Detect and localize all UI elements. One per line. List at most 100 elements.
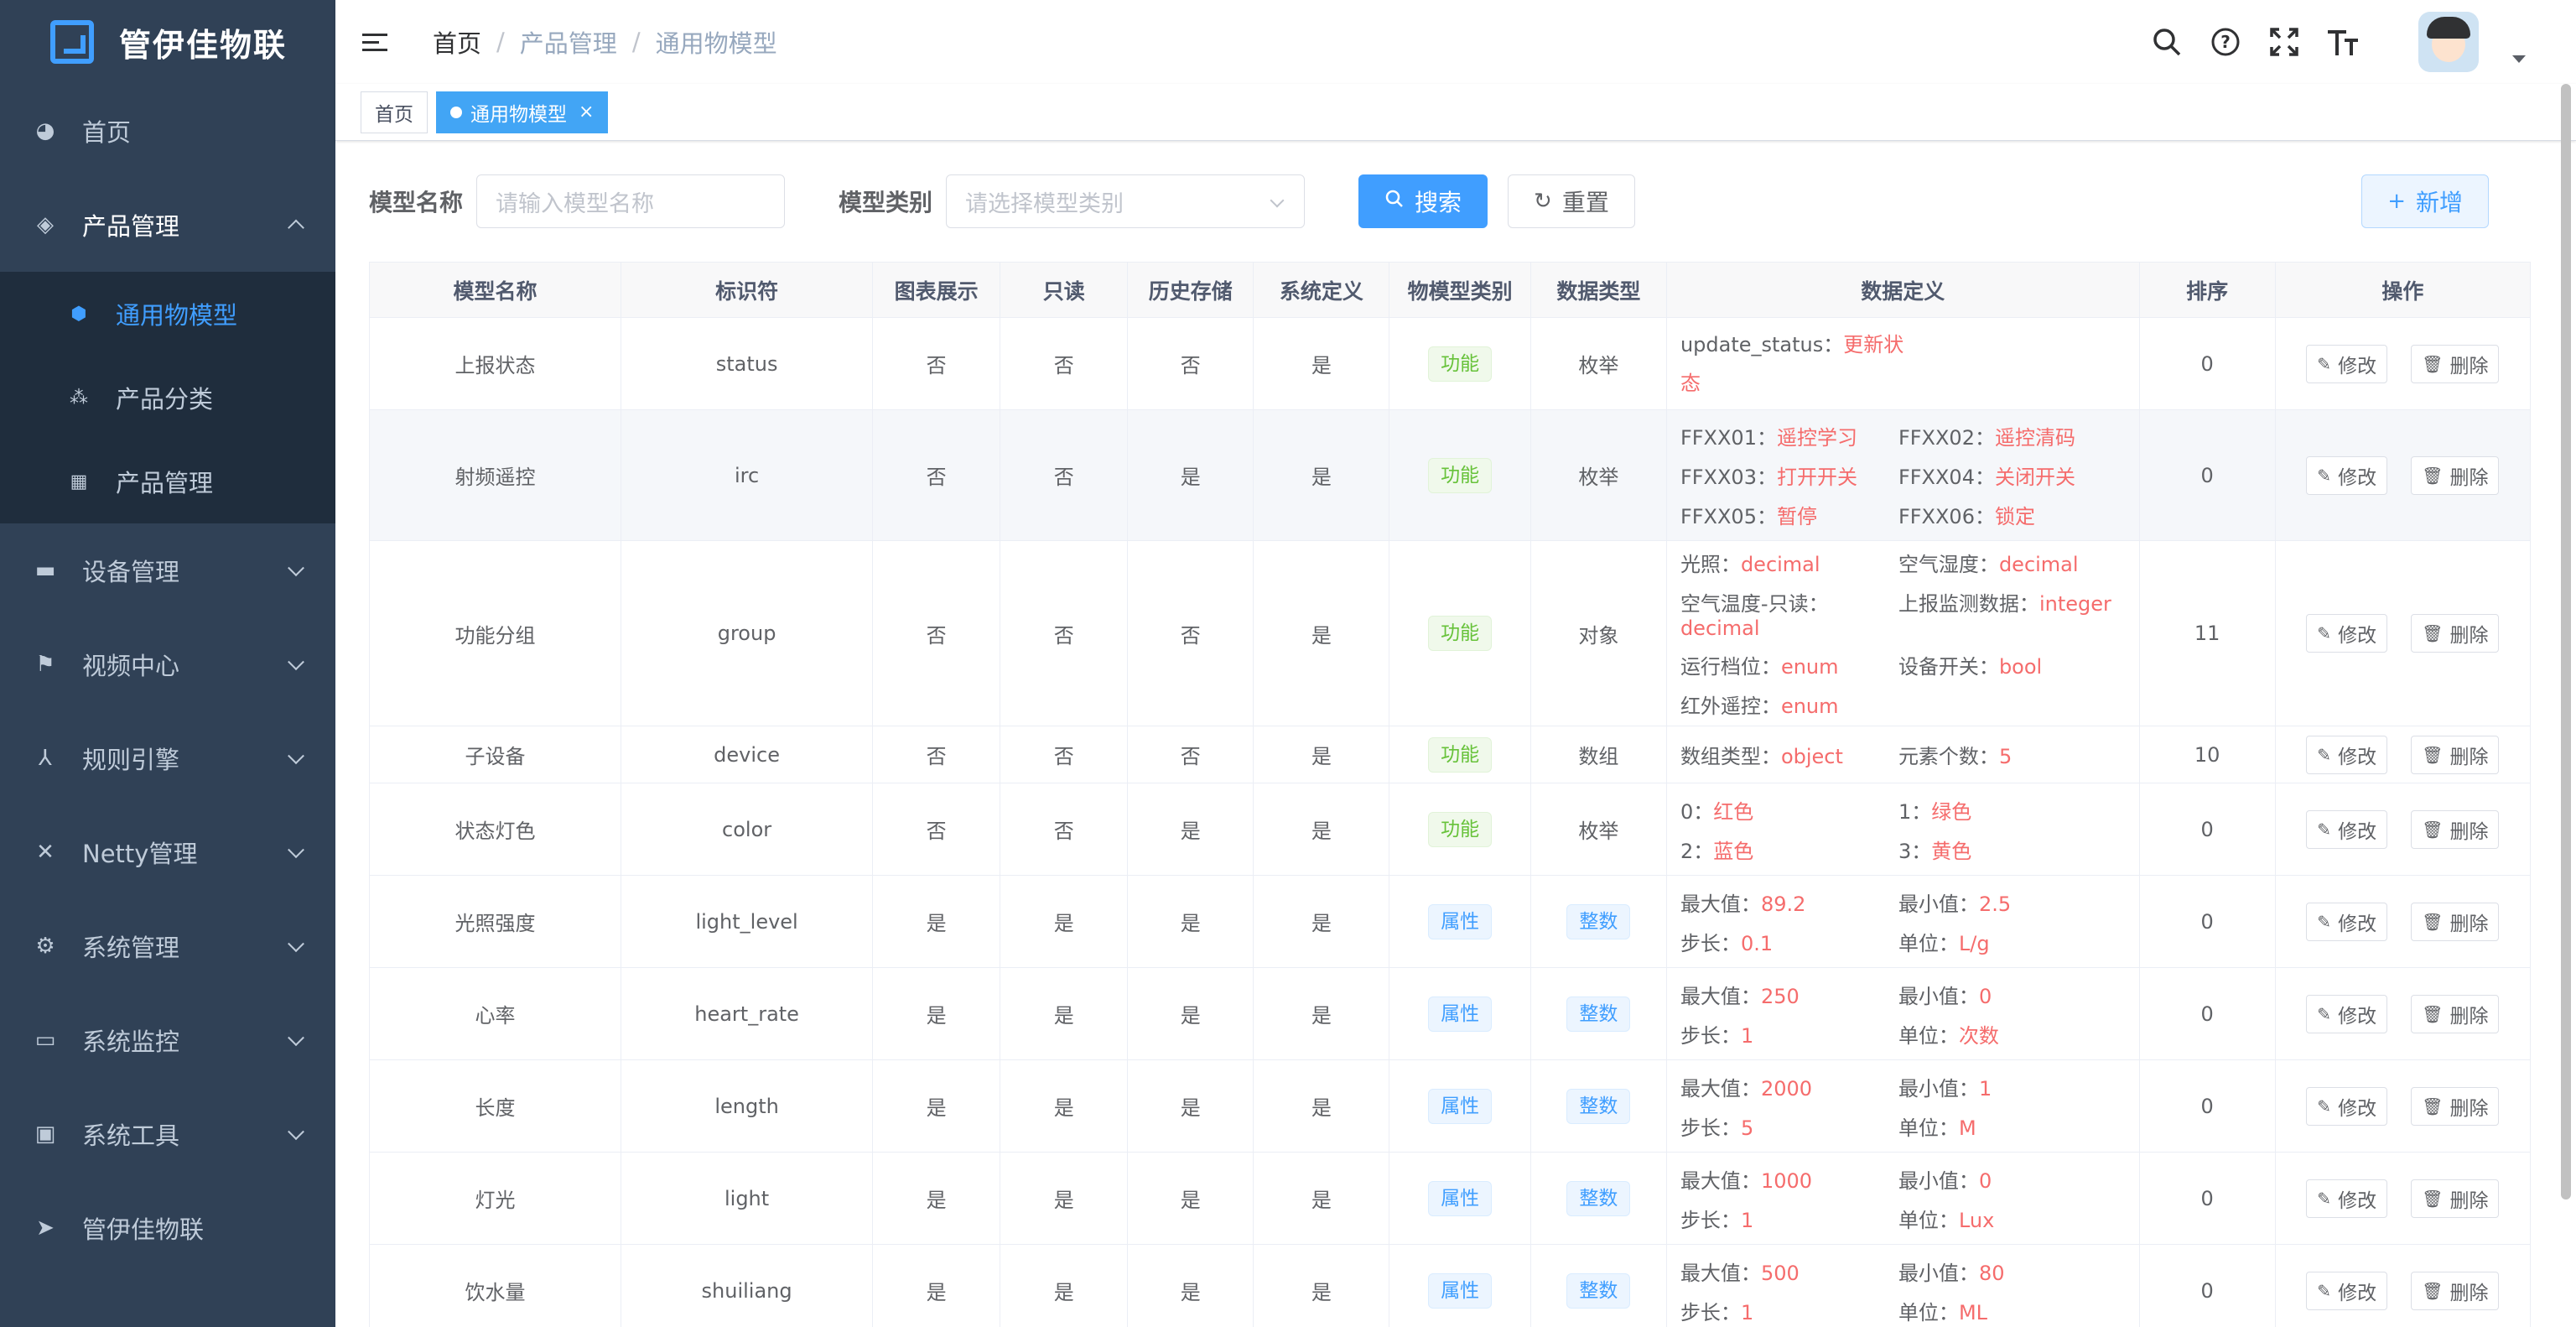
cell-chart-display: 是 xyxy=(872,1152,1001,1245)
category-tag: 属性 xyxy=(1428,1272,1493,1309)
cell-model-category: 功能 xyxy=(1389,540,1531,726)
tag-thing-model[interactable]: 通用物模型 × xyxy=(436,91,609,133)
definition-value: 0 xyxy=(1978,984,1992,1008)
edit-button[interactable]: ✎ 修改 xyxy=(2306,1086,2388,1126)
font-size-icon[interactable] xyxy=(2326,25,2360,59)
sidebar-item-label: 产品分类 xyxy=(116,385,214,414)
sidebar-item-product-manage[interactable]: ▦ 产品管理 xyxy=(0,440,335,523)
delete-button[interactable]: 🗑 删除 xyxy=(2411,1086,2500,1126)
breadcrumb-item[interactable]: 首页 xyxy=(433,24,481,60)
hamburger-icon[interactable] xyxy=(362,27,392,57)
edit-button[interactable]: ✎ 修改 xyxy=(2306,902,2388,941)
delete-button[interactable]: 🗑 删除 xyxy=(2411,614,2500,653)
sidebar-item-tools[interactable]: ▣ 系统工具 xyxy=(0,1087,335,1181)
definition-value: enum xyxy=(1780,655,1839,679)
cell-data-definition: 最大值：89.2 最小值：2.5 步长：0.1 单位：L/g xyxy=(1665,875,2140,968)
definition-item: 运行档位：enum xyxy=(1680,650,1898,679)
model-type-select[interactable]: 请选择模型类别 xyxy=(946,174,1306,228)
edit-button[interactable]: ✎ 修改 xyxy=(2306,455,2388,495)
delete-button[interactable]: 🗑 删除 xyxy=(2411,1179,2500,1218)
cell-history-storage: 是 xyxy=(1127,967,1254,1060)
cell-model-category: 功能 xyxy=(1389,409,1531,541)
cell-sort: 0 xyxy=(2138,1059,2276,1153)
edit-button[interactable]: ✎ 修改 xyxy=(2306,614,2388,653)
cell-identifier: shuiliang xyxy=(621,1244,874,1327)
sidebar-item-rule[interactable]: ⅄ 规则引擎 xyxy=(0,711,335,805)
tree-icon: ⁂ xyxy=(70,387,88,409)
delete-button[interactable]: 🗑 删除 xyxy=(2411,902,2500,941)
delete-button[interactable]: 🗑 删除 xyxy=(2411,994,2500,1033)
definition-key: FFXX03： xyxy=(1680,466,1777,489)
delete-button[interactable]: 🗑 删除 xyxy=(2411,809,2500,849)
definition-value: 500 xyxy=(1760,1261,1800,1285)
product-icon: ◈ xyxy=(37,212,54,237)
avatar[interactable] xyxy=(2418,12,2479,72)
cell-readonly: 否 xyxy=(1000,409,1129,541)
edit-button[interactable]: ✎ 修改 xyxy=(2306,994,2388,1033)
edit-button[interactable]: ✎ 修改 xyxy=(2306,735,2388,774)
cell-readonly: 是 xyxy=(1000,875,1129,968)
close-icon[interactable]: × xyxy=(579,101,594,122)
cell-identifier: device xyxy=(621,726,874,783)
sidebar-item-label: 通用物模型 xyxy=(116,301,238,330)
definition-key: 空气温度-只读： xyxy=(1680,592,1829,616)
sidebar-item-home[interactable]: ◕ 首页 xyxy=(0,84,335,178)
edit-button[interactable]: ✎ 修改 xyxy=(2306,809,2388,849)
sidebar-item-product-category[interactable]: ⁂ 产品分类 xyxy=(0,356,335,440)
column-header: 图表展示 xyxy=(872,262,1001,318)
trash-icon: 🗑 xyxy=(2422,1095,2444,1116)
edit-button[interactable]: ✎ 修改 xyxy=(2306,1179,2388,1218)
reset-button[interactable]: ↻ 重置 xyxy=(1508,174,1635,228)
column-header: 操作 xyxy=(2274,262,2532,318)
breadcrumb-item: 通用物模型 xyxy=(655,29,777,58)
sidebar-item-monitor[interactable]: ▭ 系统监控 xyxy=(0,993,335,1087)
column-header: 标识符 xyxy=(621,262,874,318)
sidebar-item-thing-model[interactable]: ⬢ 通用物模型 xyxy=(0,272,335,356)
definition-value: 5 xyxy=(1740,1116,1754,1140)
cell-model-category: 功能 xyxy=(1389,726,1531,783)
caret-down-icon[interactable] xyxy=(2512,55,2526,63)
delete-button[interactable]: 🗑 删除 xyxy=(2411,344,2500,383)
delete-button[interactable]: 🗑 删除 xyxy=(2411,455,2500,495)
cell-model-name: 射频遥控 xyxy=(368,409,622,541)
sidebar-item-product[interactable]: ◈ 产品管理 xyxy=(0,178,335,272)
cell-operations: ✎ 修改 🗑 删除 xyxy=(2274,875,2532,968)
sidebar-item-device[interactable]: ▬ 设备管理 xyxy=(0,523,335,617)
cell-chart-display: 是 xyxy=(872,1244,1001,1327)
delete-button[interactable]: 🗑 删除 xyxy=(2411,1271,2500,1310)
help-icon[interactable]: ? xyxy=(2209,25,2242,59)
sidebar-item-netty[interactable]: ✕ Netty管理 xyxy=(0,805,335,899)
fullscreen-icon[interactable] xyxy=(2267,25,2301,59)
definition-item: 3：黄色 xyxy=(1898,835,2116,864)
delete-button-label: 删除 xyxy=(2449,355,2489,377)
definition-value: 89.2 xyxy=(1760,892,1806,916)
cell-readonly: 是 xyxy=(1000,1244,1129,1327)
edit-button[interactable]: ✎ 修改 xyxy=(2306,344,2388,383)
definition-value: 1 xyxy=(1740,1023,1754,1048)
edit-button-label: 修改 xyxy=(2338,466,2377,489)
add-button[interactable]: + 新增 xyxy=(2361,174,2489,228)
search-button[interactable]: 搜索 xyxy=(1358,174,1488,228)
delete-button-label: 删除 xyxy=(2449,746,2489,768)
delete-button[interactable]: 🗑 删除 xyxy=(2411,735,2500,774)
sidebar-item-video[interactable]: ⚑ 视频中心 xyxy=(0,617,335,711)
definition-item: 红外遥控：enum xyxy=(1680,690,1898,719)
definition-key: 上报监测数据： xyxy=(1898,592,2039,616)
edit-button[interactable]: ✎ 修改 xyxy=(2306,1271,2388,1310)
model-name-label: 模型名称 xyxy=(369,189,464,216)
definition-value: 黄色 xyxy=(1931,839,1972,863)
refresh-icon: ↻ xyxy=(1534,189,1552,214)
edit-button-label: 修改 xyxy=(2338,1189,2377,1212)
cell-model-category: 功能 xyxy=(1389,783,1531,876)
search-icon[interactable] xyxy=(2150,25,2184,59)
page-scrollbar[interactable] xyxy=(2561,84,2571,1200)
sidebar-item-guanyijia[interactable]: ➤ 管伊佳物联 xyxy=(0,1181,335,1275)
sidebar-item-system[interactable]: ⚙ 系统管理 xyxy=(0,899,335,993)
definition-item: 最小值：0 xyxy=(1898,980,2116,1009)
app-logo[interactable]: 管伊佳物联 xyxy=(0,0,335,84)
tags-view: 首页 通用物模型 × xyxy=(335,84,2576,141)
trash-icon: 🗑 xyxy=(2422,1188,2444,1209)
tag-home[interactable]: 首页 xyxy=(361,91,428,133)
model-name-input[interactable]: 请输入模型名称 xyxy=(476,174,786,228)
definition-value: 1 xyxy=(1740,1208,1754,1232)
